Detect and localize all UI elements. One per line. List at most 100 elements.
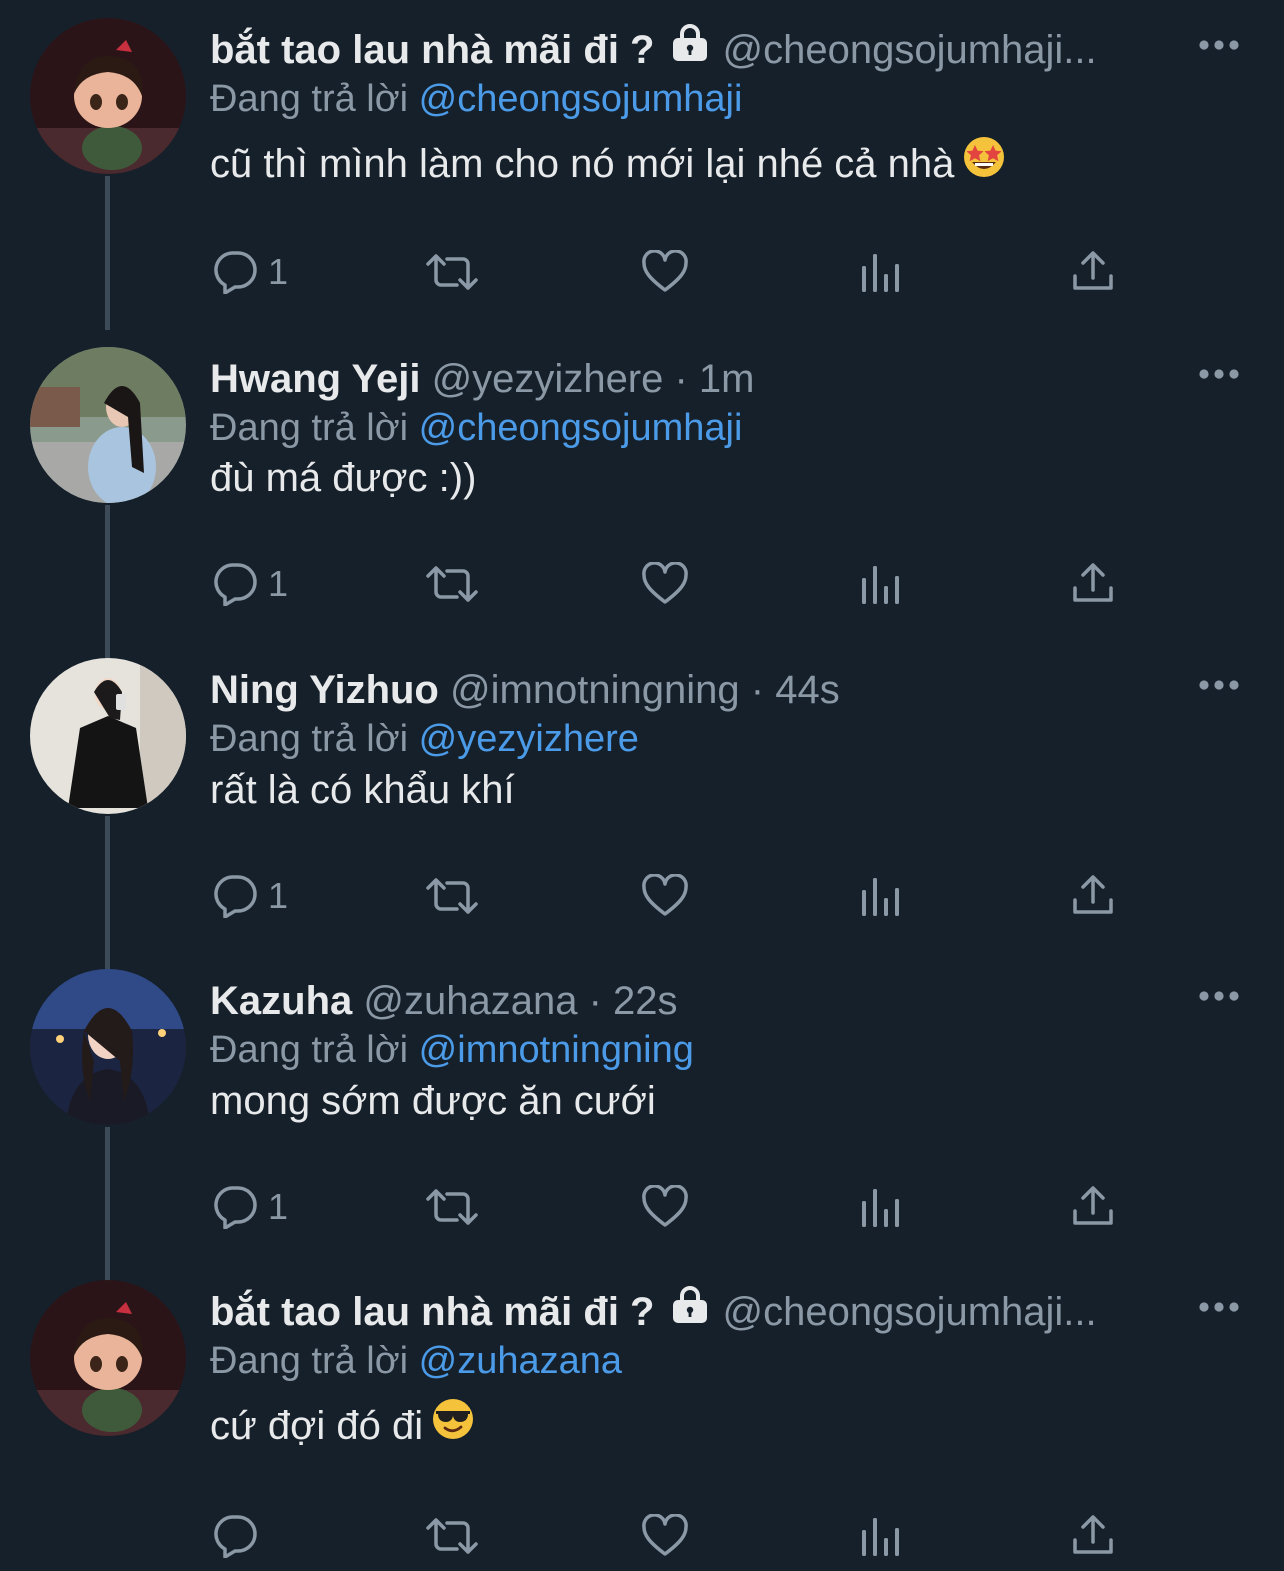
more-options-icon[interactable]: [1198, 1300, 1240, 1312]
retweet-button[interactable]: [424, 1506, 480, 1566]
more-options-icon[interactable]: [1198, 678, 1240, 690]
like-button[interactable]: [641, 1506, 689, 1566]
reply-count: 1: [268, 251, 289, 292]
tweet[interactable]: bắt tao lau nhà mãi đi ? @cheongsojumhaji…: [0, 1262, 1284, 1571]
replying-to: Đang trả lời @zuhazana: [210, 1336, 622, 1386]
retweet-icon: [424, 1516, 480, 1556]
analytics-icon: [860, 1514, 900, 1558]
tweet-text-content: rất là có khẩu khí: [210, 768, 515, 812]
share-button[interactable]: [1071, 242, 1115, 302]
share-button[interactable]: [1071, 1177, 1115, 1237]
views-button[interactable]: [860, 242, 900, 302]
handle-and-time[interactable]: @yezyizhere · 1m: [432, 357, 755, 401]
reply-button[interactable]: 1: [212, 554, 288, 614]
views-button[interactable]: [860, 554, 900, 614]
avatar[interactable]: [30, 18, 186, 174]
tweet-actions: 1: [0, 554, 1284, 614]
tweet-text: cứ đợi đó đi: [210, 1397, 475, 1454]
views-button[interactable]: [860, 1506, 900, 1566]
like-button[interactable]: [641, 866, 689, 926]
retweet-button[interactable]: [424, 866, 480, 926]
share-button[interactable]: [1071, 866, 1115, 926]
tweet[interactable]: Ning Yizhuo @imnotningning · 44s Đang trả…: [0, 640, 1284, 970]
reply-icon: [212, 562, 258, 606]
replying-to-label: Đang trả lời: [210, 718, 409, 760]
views-button[interactable]: [860, 1177, 900, 1237]
tweet-text-content: cứ đợi đó đi: [210, 1404, 424, 1448]
avatar[interactable]: [30, 347, 186, 503]
lock-icon: [669, 24, 711, 75]
views-button[interactable]: [860, 866, 900, 926]
heart-icon: [641, 1185, 689, 1229]
reply-icon: [212, 250, 258, 294]
tweet-text: đù má được :)): [210, 452, 476, 504]
retweet-button[interactable]: [424, 1177, 480, 1237]
tweet-header: Hwang Yeji @yezyizhere · 1m: [210, 353, 1190, 405]
heart-icon: [641, 562, 689, 606]
tweet-header: Kazuha @zuhazana · 22s: [210, 975, 1190, 1027]
retweet-icon: [424, 1187, 480, 1227]
analytics-icon: [860, 250, 900, 294]
reply-button[interactable]: 1: [212, 1177, 288, 1237]
tweet-header: bắt tao lau nhà mãi đi ? @cheongsojumhaji…: [210, 1286, 1190, 1338]
display-name[interactable]: Ning Yizhuo: [210, 668, 439, 712]
handle-and-time[interactable]: @zuhazana · 22s: [363, 979, 677, 1023]
reply-button[interactable]: 1: [212, 242, 288, 302]
star-struck-icon: [962, 135, 1006, 192]
heart-icon: [641, 250, 689, 294]
reply-mention-link[interactable]: @cheongsojumhaji: [419, 407, 743, 449]
sunglasses-face-icon: [431, 1397, 475, 1454]
retweet-button[interactable]: [424, 554, 480, 614]
avatar[interactable]: [30, 1280, 186, 1436]
share-icon: [1071, 562, 1115, 606]
analytics-icon: [860, 562, 900, 606]
display-name[interactable]: bắt tao lau nhà mãi đi ?: [210, 28, 655, 72]
tweet-header: bắt tao lau nhà mãi đi ? @cheongsojumhaji…: [210, 24, 1190, 76]
reply-mention-link[interactable]: @cheongsojumhaji: [419, 78, 743, 120]
reply-count: 1: [268, 875, 289, 916]
share-icon: [1071, 874, 1115, 918]
like-button[interactable]: [641, 554, 689, 614]
lock-icon: [669, 1286, 711, 1337]
reply-mention-link[interactable]: @imnotningning: [419, 1029, 694, 1071]
share-icon: [1071, 1185, 1115, 1229]
like-button[interactable]: [641, 1177, 689, 1237]
share-button[interactable]: [1071, 1506, 1115, 1566]
avatar[interactable]: [30, 969, 186, 1125]
reply-mention-link[interactable]: @yezyizhere: [419, 718, 639, 760]
tweet-text-content: đù má được :)): [210, 456, 477, 500]
retweet-button[interactable]: [424, 242, 480, 302]
avatar[interactable]: [30, 658, 186, 814]
replying-to: Đang trả lời @cheongsojumhaji: [210, 403, 742, 453]
replying-to-label: Đang trả lời: [210, 1029, 409, 1071]
more-options-icon[interactable]: [1198, 367, 1240, 379]
handle-and-time[interactable]: @imnotningning · 44s: [450, 668, 840, 712]
display-name[interactable]: Kazuha: [210, 979, 352, 1023]
reply-button[interactable]: 1: [212, 866, 288, 926]
tweet-actions: 1: [0, 866, 1284, 926]
display-name[interactable]: bắt tao lau nhà mãi đi ?: [210, 1290, 655, 1334]
handle-and-time[interactable]: @cheongsojumhaji...: [723, 1290, 1097, 1334]
replying-to-label: Đang trả lời: [210, 78, 409, 120]
tweet[interactable]: bắt tao lau nhà mãi đi ? @cheongsojumhaji…: [0, 0, 1284, 330]
tweet-actions: [0, 1506, 1284, 1566]
more-options-icon[interactable]: [1198, 38, 1240, 50]
more-options-icon[interactable]: [1198, 989, 1240, 1001]
replying-to: Đang trả lời @cheongsojumhaji: [210, 74, 742, 124]
share-button[interactable]: [1071, 554, 1115, 614]
share-icon: [1071, 1514, 1115, 1558]
reply-button[interactable]: [212, 1506, 258, 1566]
reply-icon: [212, 874, 258, 918]
tweet-header: Ning Yizhuo @imnotningning · 44s: [210, 664, 1190, 716]
heart-icon: [641, 874, 689, 918]
retweet-icon: [424, 564, 480, 604]
handle-and-time[interactable]: @cheongsojumhaji...: [723, 28, 1097, 72]
replying-to-label: Đang trả lời: [210, 1340, 409, 1382]
display-name[interactable]: Hwang Yeji: [210, 357, 420, 401]
tweet[interactable]: Kazuha @zuhazana · 22s Đang trả lời @imno…: [0, 951, 1284, 1281]
reply-mention-link[interactable]: @zuhazana: [419, 1340, 622, 1382]
tweet[interactable]: Hwang Yeji @yezyizhere · 1m Đang trả lời …: [0, 329, 1284, 659]
analytics-icon: [860, 1185, 900, 1229]
like-button[interactable]: [641, 242, 689, 302]
replying-to: Đang trả lời @imnotningning: [210, 1025, 694, 1075]
